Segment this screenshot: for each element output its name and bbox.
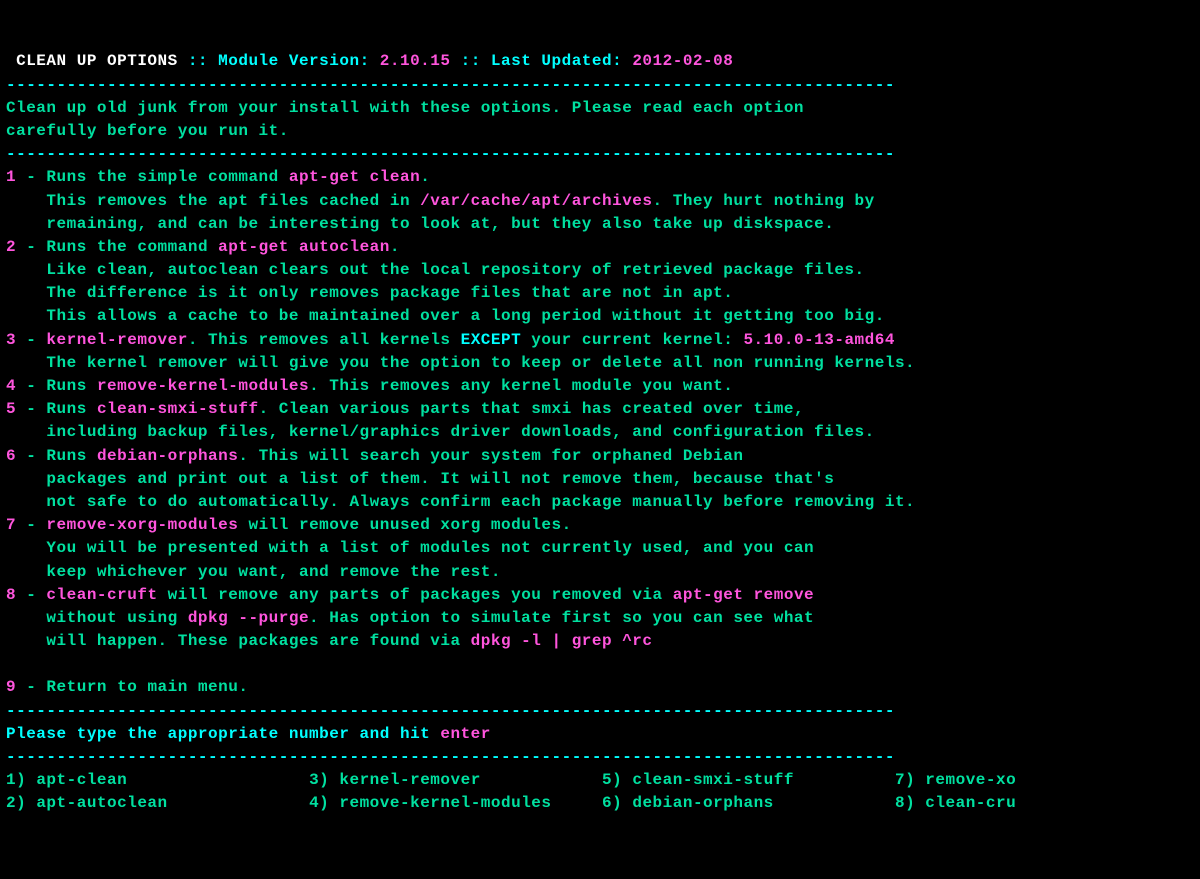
divider: ----------------------------------------… bbox=[6, 748, 895, 766]
opt6-text: . This will search your system for orpha… bbox=[238, 447, 743, 465]
menu-2-num[interactable]: 2) bbox=[6, 794, 36, 812]
opt5-cmd: clean-smxi-stuff bbox=[97, 400, 259, 418]
opt8-text: . Has option to simulate first so you ca… bbox=[309, 609, 814, 627]
opt8-cmd4: dpkg -l | grep ^rc bbox=[471, 632, 653, 650]
menu-5-text[interactable]: clean-smxi-stuff bbox=[632, 771, 794, 789]
opt5-text: including backup files, kernel/graphics … bbox=[6, 423, 875, 441]
header-sep: :: bbox=[188, 52, 218, 70]
opt1-text: This removes the apt files cached in bbox=[6, 192, 420, 210]
menu-3-text[interactable]: kernel-remover bbox=[339, 771, 480, 789]
prompt-enter: enter bbox=[440, 725, 491, 743]
menu-4-text[interactable]: remove-kernel-modules bbox=[339, 794, 551, 812]
opt3-except: EXCEPT bbox=[461, 331, 522, 349]
divider: ----------------------------------------… bbox=[6, 702, 895, 720]
menu-7-num[interactable]: 7) bbox=[895, 771, 925, 789]
opt1-path: /var/cache/apt/archives bbox=[420, 192, 652, 210]
opt1-num[interactable]: 1 bbox=[6, 168, 16, 186]
menu-6-text[interactable]: debian-orphans bbox=[632, 794, 773, 812]
opt2-text: Runs the command bbox=[46, 238, 218, 256]
menu-8-text[interactable]: clean-cru bbox=[925, 794, 1016, 812]
menu-4-num[interactable]: 4) bbox=[309, 794, 339, 812]
module-version-label: Module Version: bbox=[218, 52, 380, 70]
dash: - bbox=[16, 238, 46, 256]
opt5-text: Runs bbox=[46, 400, 97, 418]
opt6-text: packages and print out a list of them. I… bbox=[6, 470, 834, 488]
opt6-text: Runs bbox=[46, 447, 97, 465]
opt1-cmd: apt-get clean bbox=[289, 168, 420, 186]
menu-2-text[interactable]: apt-autoclean bbox=[36, 794, 167, 812]
divider: ----------------------------------------… bbox=[6, 76, 895, 94]
opt6-text: not safe to do automatically. Always con… bbox=[6, 493, 915, 511]
opt3-text: . This removes all kernels bbox=[188, 331, 461, 349]
dash: - bbox=[16, 586, 46, 604]
menu-7-text[interactable]: remove-xo bbox=[925, 771, 1016, 789]
opt8-num[interactable]: 8 bbox=[6, 586, 16, 604]
opt1-text: . bbox=[420, 168, 430, 186]
opt2-text: The difference is it only removes packag… bbox=[6, 284, 733, 302]
intro-line-1: Clean up old junk from your install with… bbox=[6, 99, 804, 117]
last-updated-value: 2012-02-08 bbox=[632, 52, 733, 70]
opt8-cmd: clean-cruft bbox=[46, 586, 157, 604]
opt8-text: will remove any parts of packages you re… bbox=[158, 586, 673, 604]
module-version-value: 2.10.15 bbox=[380, 52, 451, 70]
menu-5-num[interactable]: 5) bbox=[602, 771, 632, 789]
opt2-text: . bbox=[390, 238, 400, 256]
opt8-cmd2: apt-get remove bbox=[673, 586, 814, 604]
opt7-num[interactable]: 7 bbox=[6, 516, 16, 534]
opt2-text: Like clean, autoclean clears out the loc… bbox=[6, 261, 865, 279]
menu-1-num[interactable]: 1) bbox=[6, 771, 36, 789]
opt3-kernel-version: 5.10.0-13-amd64 bbox=[743, 331, 895, 349]
opt7-text: keep whichever you want, and remove the … bbox=[6, 563, 501, 581]
opt3-cmd: kernel-remover bbox=[46, 331, 187, 349]
menu-1-text[interactable]: apt-clean bbox=[36, 771, 127, 789]
divider: ----------------------------------------… bbox=[6, 145, 895, 163]
opt2-num[interactable]: 2 bbox=[6, 238, 16, 256]
dash: - bbox=[16, 447, 46, 465]
opt4-cmd: remove-kernel-modules bbox=[97, 377, 309, 395]
last-updated-label: Last Updated: bbox=[491, 52, 632, 70]
opt7-text: will remove unused xorg modules. bbox=[238, 516, 571, 534]
opt8-cmd3: dpkg --purge bbox=[188, 609, 309, 627]
opt3-text: your current kernel: bbox=[521, 331, 743, 349]
opt3-text: The kernel remover will give you the opt… bbox=[6, 354, 915, 372]
opt5-num[interactable]: 5 bbox=[6, 400, 16, 418]
opt9-num[interactable]: 9 bbox=[6, 678, 16, 696]
dash: - bbox=[16, 377, 46, 395]
dash: - bbox=[16, 331, 46, 349]
menu-3-num[interactable]: 3) bbox=[309, 771, 339, 789]
dash: - bbox=[16, 678, 46, 696]
prompt-text: Please type the appropriate number and h… bbox=[6, 725, 440, 743]
dash: - bbox=[16, 400, 46, 418]
opt1-text: . They hurt nothing by bbox=[653, 192, 875, 210]
opt5-text: . Clean various parts that smxi has crea… bbox=[259, 400, 804, 418]
opt2-text: This allows a cache to be maintained ove… bbox=[6, 307, 885, 325]
menu-6-num[interactable]: 6) bbox=[602, 794, 632, 812]
opt2-cmd: apt-get autoclean bbox=[218, 238, 390, 256]
opt1-text: Runs the simple command bbox=[46, 168, 288, 186]
dash: - bbox=[16, 516, 46, 534]
opt4-text: . This removes any kernel module you wan… bbox=[309, 377, 733, 395]
opt4-text: Runs bbox=[46, 377, 97, 395]
menu-8-num[interactable]: 8) bbox=[895, 794, 925, 812]
opt7-text: You will be presented with a list of mod… bbox=[6, 539, 814, 557]
opt7-cmd: remove-xorg-modules bbox=[46, 516, 238, 534]
opt6-cmd: debian-orphans bbox=[97, 447, 238, 465]
opt6-num[interactable]: 6 bbox=[6, 447, 16, 465]
opt8-text: without using bbox=[6, 609, 188, 627]
intro-line-2: carefully before you run it. bbox=[6, 122, 289, 140]
opt4-num[interactable]: 4 bbox=[6, 377, 16, 395]
opt3-num[interactable]: 3 bbox=[6, 331, 16, 349]
opt9-text: Return to main menu. bbox=[46, 678, 248, 696]
opt1-text: remaining, and can be interesting to loo… bbox=[6, 215, 834, 233]
header-title: CLEAN UP OPTIONS bbox=[6, 52, 188, 70]
opt8-text: will happen. These packages are found vi… bbox=[6, 632, 471, 650]
dash: - bbox=[16, 168, 46, 186]
header-sep2: :: bbox=[450, 52, 490, 70]
